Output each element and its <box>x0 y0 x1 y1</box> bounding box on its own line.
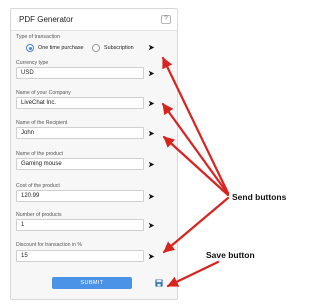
arrow-to-send-3 <box>162 135 230 197</box>
arrow-to-send-4 <box>162 196 230 254</box>
arrow-to-send-1 <box>161 56 230 195</box>
annotation-arrows <box>161 56 230 288</box>
send-buttons-annotation: Send buttons <box>232 192 287 202</box>
save-button-annotation: Save button <box>206 250 255 260</box>
arrow-to-send-2 <box>161 102 230 196</box>
arrow-to-save <box>166 260 220 288</box>
